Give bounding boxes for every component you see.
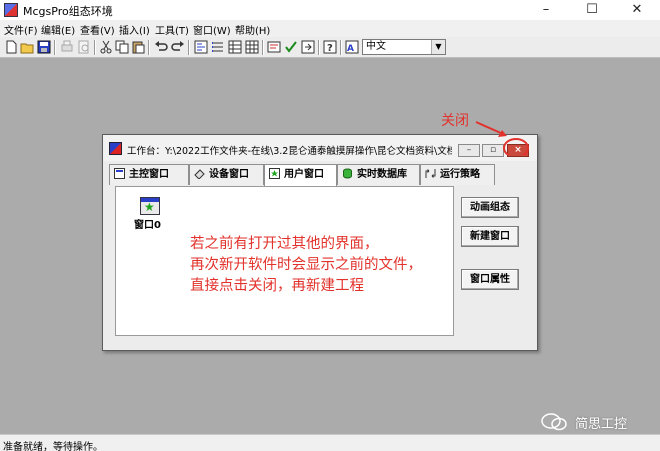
window-item-icon: ★ [140, 197, 160, 215]
table-icon[interactable] [228, 40, 242, 54]
annotation-note-line: 直接点击关闭，再新建工程 [190, 278, 364, 294]
new-window-button[interactable]: 新建窗口 [461, 226, 519, 247]
language-select[interactable]: 中文 ▼ [362, 39, 446, 55]
menu-file[interactable]: 文件(F) [4, 22, 38, 37]
tab-label: 运行策略 [440, 169, 480, 180]
workbench-title: 工作台：Y:\2022工作文件夹-在线\3.2昆仑通泰触摸屏操作\昆仑文档资料\… [127, 146, 452, 157]
user-window-icon [269, 168, 280, 179]
workbench-tabs: 主控窗口 设备窗口 用户窗口 实时数据库 运行策略 [109, 164, 533, 186]
align-icon[interactable] [194, 40, 208, 54]
compile-icon[interactable] [301, 40, 315, 54]
tab-device-window[interactable]: 设备窗口 [189, 164, 264, 185]
tab-realtime-db[interactable]: 实时数据库 [337, 164, 420, 185]
workbench-icon [109, 142, 122, 155]
svg-text:A: A [347, 44, 354, 54]
minimize-button[interactable]: – [523, 0, 569, 20]
print-icon[interactable] [60, 40, 74, 54]
check-icon[interactable] [284, 40, 298, 54]
cut-icon[interactable] [99, 40, 113, 54]
tab-label: 主控窗口 [129, 169, 169, 180]
window-item[interactable]: ★ 窗口0 [132, 195, 172, 235]
maximize-button[interactable]: ☐ [569, 0, 615, 20]
menu-tools[interactable]: 工具(T) [155, 22, 189, 37]
toolbar-separator [318, 40, 320, 55]
menu-edit[interactable]: 编辑(E) [41, 22, 75, 37]
toolbar-separator [148, 40, 150, 55]
status-bar: 准备就绪，等待操作。 [0, 434, 660, 451]
toolbar-separator [94, 40, 96, 55]
help-icon[interactable]: ? [323, 40, 337, 54]
svg-text:?: ? [327, 43, 333, 54]
paste-icon[interactable] [131, 40, 145, 54]
grid-icon[interactable] [245, 40, 259, 54]
menu-insert[interactable]: 插入(I) [119, 22, 150, 37]
tab-label: 用户窗口 [284, 169, 324, 180]
toolbar-separator [262, 40, 264, 55]
main-window-icon [114, 168, 125, 179]
chat-logo-icon [541, 413, 567, 431]
new-icon[interactable] [4, 40, 18, 54]
language-select-value: 中文 [366, 41, 386, 52]
menu-view[interactable]: 查看(V) [80, 22, 115, 37]
annotation-note-line: 再次新开软件时会显示之前的文件， [190, 257, 422, 273]
toolbar-separator [54, 40, 56, 55]
print-preview-icon[interactable] [77, 40, 91, 54]
menu-help[interactable]: 帮助(H) [235, 22, 270, 37]
arrow-annotation [475, 121, 529, 155]
menu-window[interactable]: 窗口(W) [193, 22, 231, 37]
toolbar: ? A 中文 ▼ [0, 37, 660, 58]
undo-icon[interactable] [154, 40, 168, 54]
window-item-label: 窗口0 [134, 220, 161, 231]
chevron-down-icon[interactable]: ▼ [431, 40, 445, 54]
app-icon [4, 3, 18, 17]
save-icon[interactable] [37, 40, 51, 54]
list-icon[interactable] [211, 40, 225, 54]
realtime-db-icon [343, 168, 352, 179]
tab-label: 实时数据库 [357, 169, 407, 180]
watermark-text: 简思工控 [575, 417, 628, 432]
font-icon[interactable]: A [345, 40, 359, 54]
tab-user-window[interactable]: 用户窗口 [264, 164, 337, 186]
run-strategy-icon [425, 169, 436, 178]
close-button[interactable]: ✕ [614, 0, 660, 20]
watermark: 简思工控 [536, 411, 656, 433]
app-title-bar: McgsPro组态环境 – ☐ ✕ [0, 0, 660, 20]
redo-icon[interactable] [171, 40, 185, 54]
annotation-note: 若之前有打开过其他的界面， 再次新开软件时会显示之前的文件， 直接点击关闭，再新… [190, 234, 450, 297]
properties-icon[interactable] [267, 40, 281, 54]
tab-main-window[interactable]: 主控窗口 [109, 164, 189, 185]
toolbar-separator [340, 40, 342, 55]
animate-config-button[interactable]: 动画组态 [461, 197, 519, 218]
copy-icon[interactable] [115, 40, 129, 54]
device-window-icon [194, 169, 205, 179]
annotation-note-line: 若之前有打开过其他的界面， [190, 236, 379, 252]
status-text: 准备就绪，等待操作。 [3, 442, 103, 451]
tab-label: 设备窗口 [209, 169, 249, 180]
window-properties-button[interactable]: 窗口属性 [461, 269, 519, 290]
toolbar-separator [188, 40, 190, 55]
app-title: McgsPro组态环境 [23, 5, 113, 18]
menu-bar: 文件(F) 编辑(E) 查看(V) 插入(I) 工具(T) 窗口(W) 帮助(H… [0, 20, 660, 37]
open-icon[interactable] [20, 40, 34, 54]
tab-run-strategy[interactable]: 运行策略 [420, 164, 495, 185]
close-annotation-label: 关闭 [441, 113, 469, 129]
